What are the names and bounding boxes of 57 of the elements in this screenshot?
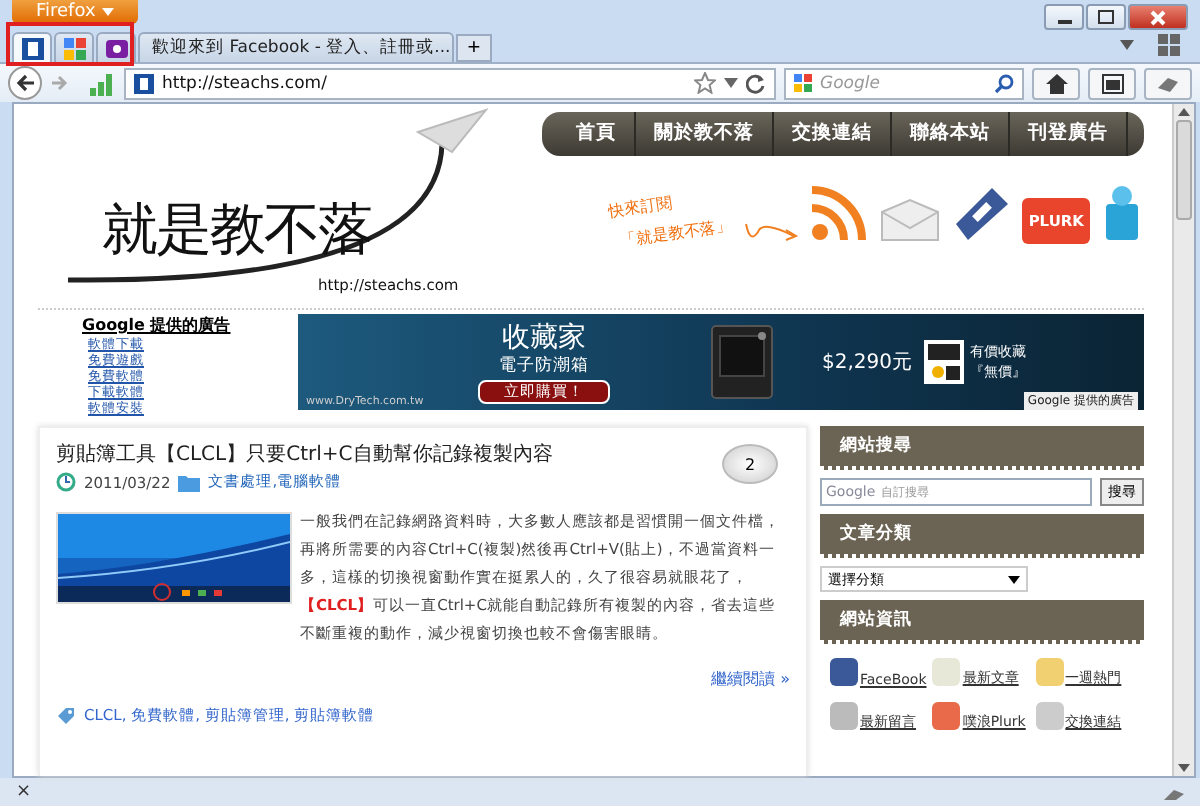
- maximize-icon[interactable]: [1086, 4, 1126, 30]
- address-bar[interactable]: http://steachs.com/: [124, 67, 776, 99]
- minimize-icon[interactable]: [1044, 4, 1084, 30]
- scrollbar[interactable]: [1172, 104, 1194, 776]
- multicolor-squares-icon: [794, 73, 814, 93]
- back-icon[interactable]: [8, 66, 42, 100]
- new-tab-button[interactable]: +: [456, 34, 492, 62]
- puzzle-icon[interactable]: [1164, 784, 1184, 800]
- home-button[interactable]: [1032, 67, 1080, 99]
- read-more-link[interactable]: 繼續閱讀 »: [711, 668, 790, 690]
- sidebar-heading: 網站搜尋: [820, 426, 1144, 470]
- dropdown-arrow-icon[interactable]: [1120, 40, 1134, 50]
- grid-icon[interactable]: [1158, 34, 1180, 56]
- puzzle-icon: [1156, 73, 1180, 93]
- dropdown-arrow-icon[interactable]: [724, 78, 738, 88]
- sidebar-heading: 文章分類: [820, 514, 1144, 558]
- rss-icon[interactable]: [808, 184, 869, 244]
- dropdown-arrow-icon: [1008, 575, 1020, 583]
- search-icon[interactable]: [994, 73, 1014, 93]
- nav-link[interactable]: 關於教不落: [636, 112, 774, 156]
- tab[interactable]: 歡迎來到 Facebook - 登入、註冊或...: [138, 32, 454, 62]
- close-icon[interactable]: [1128, 4, 1188, 30]
- addon-button[interactable]: [1144, 67, 1192, 99]
- reload-icon[interactable]: [746, 73, 766, 93]
- brand-logo-icon: [924, 340, 964, 384]
- bookmarks-button[interactable]: [1088, 67, 1136, 99]
- site-favicon-icon: [21, 37, 43, 59]
- star-icon[interactable]: [694, 72, 716, 94]
- signal-bars-icon[interactable]: [88, 71, 116, 95]
- tab[interactable]: [12, 32, 52, 62]
- ads-heading: Google 提供的廣告: [82, 314, 233, 336]
- site-favicon-icon: [134, 73, 154, 93]
- scroll-down-icon[interactable]: [1178, 764, 1190, 772]
- home-icon: [1045, 73, 1067, 93]
- close-findbar-button[interactable]: ×: [16, 782, 32, 802]
- highlight-frame: [6, 22, 134, 66]
- banner-subtitle: 電子防潮箱: [499, 353, 589, 377]
- nav-link[interactable]: 刊登廣告: [1010, 112, 1128, 156]
- nav-link[interactable]: 聯絡本站: [892, 112, 1010, 156]
- nav-link[interactable]: 交換連結: [774, 112, 892, 156]
- tab[interactable]: [96, 32, 136, 62]
- clock-icon: [56, 472, 76, 492]
- scrollbar-thumb[interactable]: [1176, 120, 1192, 220]
- site-logo[interactable]: 就是教不落: [102, 192, 372, 268]
- cabinet-icon: [710, 324, 774, 400]
- comment-count[interactable]: 2: [722, 444, 778, 484]
- scroll-up-icon[interactable]: [1178, 108, 1190, 116]
- banner-price: $2,290元: [822, 350, 912, 376]
- nav-link[interactable]: 首頁: [558, 112, 636, 156]
- tag-icon: [56, 706, 76, 726]
- rounded-square-icon: [105, 37, 127, 59]
- banner-title: 收藏家: [502, 321, 586, 353]
- post-title[interactable]: 剪貼簿工具【CLCL】只要Ctrl+C自動幫你記錄複製內容: [56, 440, 553, 468]
- caret-icon: [101, 8, 114, 16]
- bookmarks-icon: [1101, 73, 1123, 93]
- sidebar-heading: 網站資訊: [820, 600, 1144, 644]
- multicolor-squares-icon: [63, 37, 85, 59]
